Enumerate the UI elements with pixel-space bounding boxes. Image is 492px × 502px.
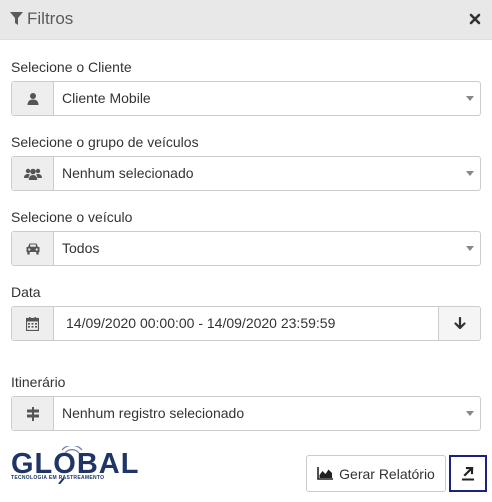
panel-title-text: Filtros [27,9,74,28]
chevron-down-icon [466,246,474,251]
generate-report-button[interactable]: Gerar Relatório [306,455,446,492]
calendar-icon [12,307,54,340]
export-icon [462,466,474,480]
client-label: Selecione o Cliente [11,59,132,75]
client-select[interactable]: Cliente Mobile [11,81,481,116]
panel-title: Filtros [10,9,73,29]
vehicle-group-select-value[interactable]: Nenhum selecionado [54,157,480,190]
vehicle-label: Selecione o veículo [11,209,133,225]
vehicle-select-value[interactable]: Todos [54,232,480,265]
itinerary-label: Itinerário [11,374,66,390]
chevron-down-icon [466,171,474,176]
client-select-value[interactable]: Cliente Mobile [54,82,480,115]
global-logo: GLOBAL TECNOLOGIA EM RASTREAMENTO [11,446,138,486]
date-label: Data [11,284,41,300]
export-button[interactable] [449,455,487,492]
car-icon [12,232,54,265]
user-icon [12,82,54,115]
vehicle-group-select[interactable]: Nenhum selecionado [11,156,481,191]
date-range-group: 14/09/2020 00:00:00 - 14/09/2020 23:59:5… [11,306,481,341]
vehicle-select[interactable]: Todos [11,231,481,266]
arrow-down-icon [453,317,466,330]
signpost-icon [12,397,54,430]
filter-icon [10,12,23,25]
logo-tagline: TECNOLOGIA EM RASTREAMENTO [11,475,105,481]
chevron-down-icon [466,411,474,416]
generate-report-label: Gerar Relatório [339,465,435,482]
date-range-input[interactable]: 14/09/2020 00:00:00 - 14/09/2020 23:59:5… [54,307,438,340]
date-picker-button[interactable] [438,307,480,340]
area-chart-icon [317,467,334,480]
chevron-down-icon [466,96,474,101]
vehicle-group-label: Selecione o grupo de veículos [11,134,199,150]
filter-panel-header: Filtros [0,0,492,40]
itinerary-select-value[interactable]: Nenhum registro selecionado [54,397,480,430]
close-icon[interactable] [468,12,482,26]
itinerary-select[interactable]: Nenhum registro selecionado [11,396,481,431]
users-icon [12,157,54,190]
